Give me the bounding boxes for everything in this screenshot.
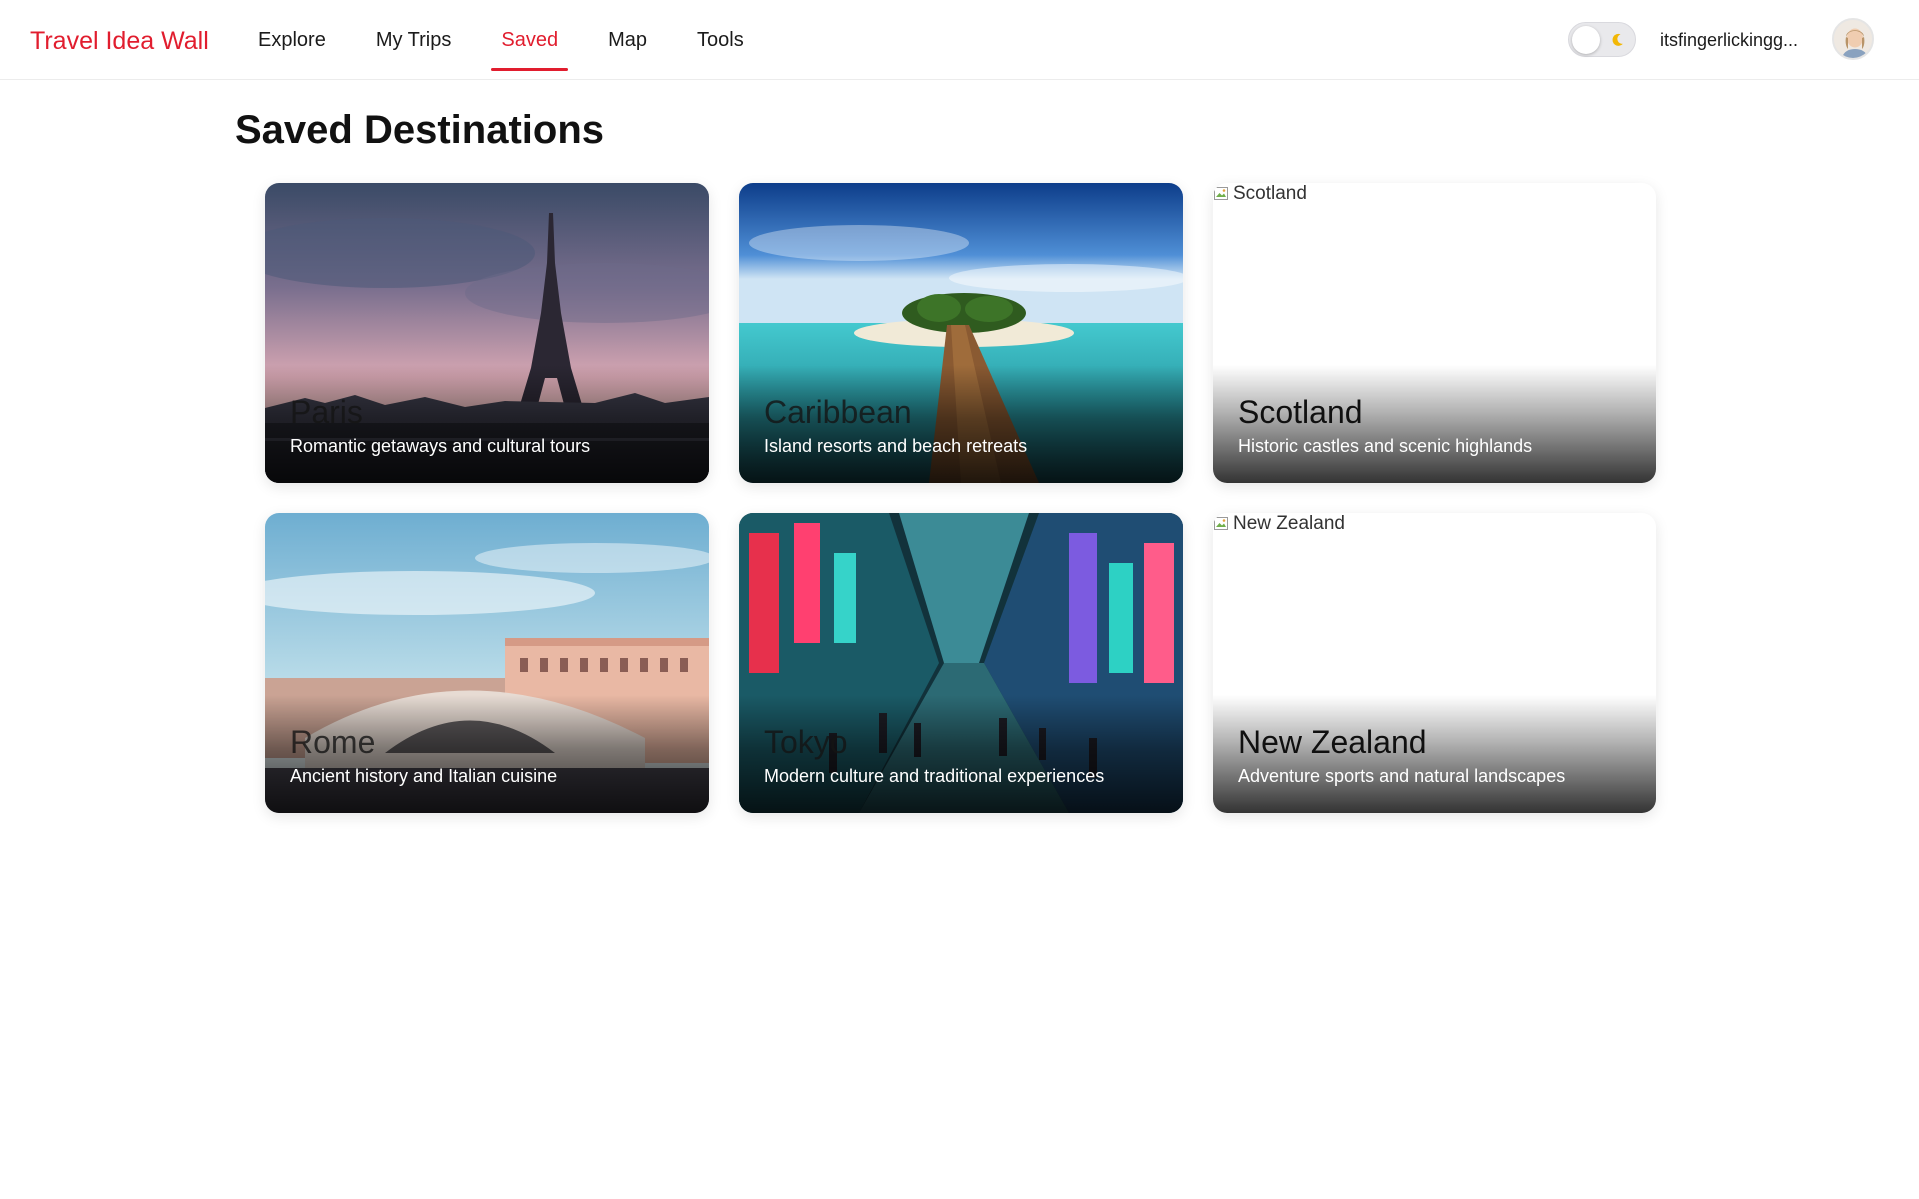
card-title: Rome [290,724,376,760]
username-label[interactable]: itsfingerlickingg... [1660,28,1808,52]
destinations-grid: Paris Romantic getaways and cultural tou… [265,183,1656,813]
card-title: Scotland [1238,394,1363,430]
destination-card-caribbean[interactable]: Caribbean Island resorts and beach retre… [739,183,1183,483]
broken-image-icon [1214,187,1228,200]
card-title: Tokyo [764,724,848,760]
card-title: New Zealand [1238,724,1427,760]
moon-icon [1612,33,1623,46]
nav-saved[interactable]: Saved [491,0,568,80]
destination-card-tokyo[interactable]: Tokyo Modern culture and traditional exp… [739,513,1183,813]
card-description: Historic castles and scenic highlands [1238,436,1533,456]
card-description: Island resorts and beach retreats [764,436,1028,456]
main-nav: Explore My Trips Saved Map Tools [258,0,794,80]
nav-map[interactable]: Map [608,0,647,80]
card-description: Modern culture and traditional experienc… [764,766,1105,786]
image-alt-text: New Zealand [1233,513,1345,534]
nav-my-trips[interactable]: My Trips [376,0,452,80]
avatar[interactable] [1832,18,1874,60]
destination-card-paris[interactable]: Paris Romantic getaways and cultural tou… [265,183,709,483]
image-alt-text: Scotland [1233,183,1307,204]
page-title: Saved Destinations [235,108,605,152]
nav-tools[interactable]: Tools [697,0,744,80]
broken-image-placeholder: New Zealand [1213,513,1345,535]
card-description: Ancient history and Italian cuisine [290,766,558,786]
destination-card-rome[interactable]: Rome Ancient history and Italian cuisine [265,513,709,813]
broken-image-placeholder: Scotland [1213,183,1307,205]
card-description: Adventure sports and natural landscapes [1238,766,1566,786]
top-navbar: Travel Idea Wall Explore My Trips Saved … [0,0,1919,80]
destination-card-scotland[interactable]: Scotland Scotland Historic castles and s… [1213,183,1656,483]
card-description: Romantic getaways and cultural tours [290,436,591,456]
card-title: Caribbean [764,394,912,430]
nav-explore[interactable]: Explore [258,0,326,80]
brand-logo-link[interactable]: Travel Idea Wall [30,25,209,57]
card-title: Paris [290,394,363,430]
toggle-knob [1572,26,1600,54]
broken-image-icon [1214,517,1228,530]
destination-card-new-zealand[interactable]: New Zealand New Zealand Adventure sports… [1213,513,1656,813]
dark-mode-toggle[interactable] [1568,22,1636,57]
avatar-photo [1834,20,1872,58]
